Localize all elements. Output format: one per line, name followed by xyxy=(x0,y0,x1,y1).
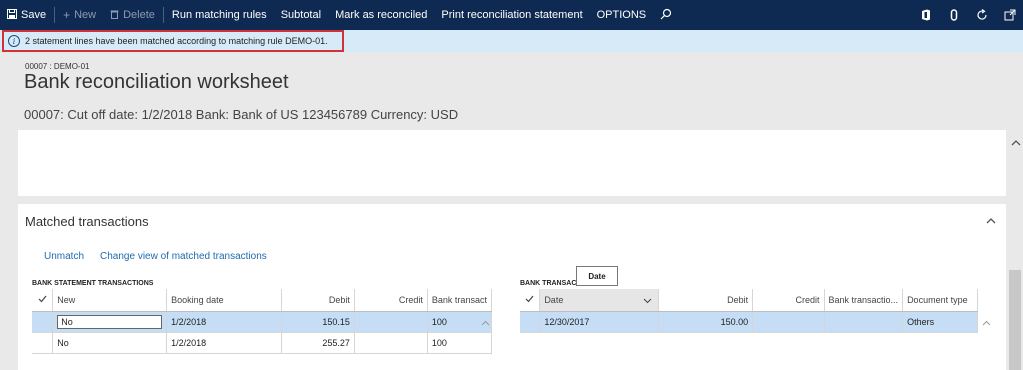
cell-booking-date[interactable]: 1/2/2018 xyxy=(166,311,282,333)
checkmark-icon xyxy=(38,295,47,303)
action-pane: Save + New Delete Run matching rules Sub… xyxy=(0,0,1023,30)
info-message: i 2 statement lines have been matched ac… xyxy=(2,30,344,52)
bank-transactions-title: BANK TRANSAC xyxy=(520,280,577,287)
cell-booking-date[interactable]: 1/2/2018 xyxy=(166,332,282,354)
action-pane-right-tools xyxy=(919,0,1017,30)
subtotal-button[interactable]: Subtotal xyxy=(274,0,328,30)
separator xyxy=(54,7,56,23)
unmatch-link[interactable]: Unmatch xyxy=(44,251,84,262)
column-header-debit[interactable]: Debit xyxy=(281,289,355,312)
grid-header-row: New Booking date Debit Credit Bank trans… xyxy=(32,289,493,312)
bank-statement-transactions-title: BANK STATEMENT TRANSACTIONS xyxy=(32,280,154,287)
new-label: New xyxy=(74,9,97,21)
column-tooltip: Date xyxy=(576,266,618,286)
chevron-up-icon[interactable] xyxy=(986,213,996,227)
column-header-booking-date[interactable]: Booking date xyxy=(166,289,282,312)
cell-credit[interactable] xyxy=(354,311,428,333)
cell-debit[interactable]: 150.15 xyxy=(281,311,355,333)
chevron-down-icon xyxy=(643,296,652,306)
run-matching-rules-button[interactable]: Run matching rules xyxy=(165,0,274,30)
column-header-bank-transaction[interactable]: Bank transact xyxy=(427,289,493,312)
column-header-date[interactable]: Date xyxy=(539,289,660,312)
search-icon xyxy=(660,8,672,23)
page-title: Bank reconciliation worksheet xyxy=(24,71,289,93)
delete-button[interactable]: Delete xyxy=(103,0,162,30)
column-header-credit[interactable]: Credit xyxy=(354,289,428,312)
print-reconciliation-statement-button[interactable]: Print reconciliation statement xyxy=(434,0,589,30)
cell-document-type[interactable]: Others xyxy=(902,311,978,333)
chevron-up-icon[interactable] xyxy=(481,318,490,328)
select-all-checkbox[interactable] xyxy=(32,289,54,312)
save-icon xyxy=(7,8,17,22)
column-header-new[interactable]: New xyxy=(52,289,168,312)
column-header-credit[interactable]: Credit xyxy=(752,289,825,312)
change-view-link[interactable]: Change view of matched transactions xyxy=(100,251,267,262)
mark-as-reconciled-button[interactable]: Mark as reconciled xyxy=(328,0,434,30)
cell-credit[interactable] xyxy=(354,332,428,354)
row-selector[interactable] xyxy=(32,311,54,333)
row-selector[interactable] xyxy=(520,311,541,333)
info-message-text: 2 statement lines have been matched acco… xyxy=(25,36,328,46)
cell-new[interactable]: No xyxy=(52,311,168,333)
table-row[interactable]: No 1/2/2018 255.27 100 xyxy=(32,332,493,354)
select-all-checkbox[interactable] xyxy=(520,289,541,312)
cell-debit[interactable]: 150.00 xyxy=(658,311,754,333)
row-selector[interactable] xyxy=(32,332,54,354)
separator xyxy=(162,7,164,23)
column-header-bank-transaction[interactable]: Bank transactio... xyxy=(824,289,904,312)
refresh-icon[interactable] xyxy=(975,8,989,22)
chevron-up-icon[interactable] xyxy=(982,318,991,328)
save-label: Save xyxy=(21,9,47,21)
worksheet-panel xyxy=(18,130,1006,196)
cell-credit[interactable] xyxy=(752,311,825,333)
search-button[interactable] xyxy=(653,0,679,30)
matched-transactions-title: Matched transactions xyxy=(25,214,149,229)
delete-label: Delete xyxy=(123,9,155,21)
cell-new-input[interactable]: No xyxy=(57,314,163,329)
record-caption: 00007 : DEMO-01 xyxy=(25,62,90,71)
save-button[interactable]: Save xyxy=(0,0,53,30)
office-icon[interactable] xyxy=(919,8,933,22)
bank-transactions-grid: Date Debit Credit Bank transactio... Doc… xyxy=(520,289,978,333)
bank-statement-grid: New Booking date Debit Credit Bank trans… xyxy=(32,289,493,354)
cell-debit[interactable]: 255.27 xyxy=(281,332,355,354)
table-row[interactable]: 12/30/2017 150.00 Others xyxy=(520,311,978,333)
options-button[interactable]: OPTIONS xyxy=(590,0,654,30)
message-bar: i 2 statement lines have been matched ac… xyxy=(0,30,1023,52)
cell-new[interactable]: No xyxy=(52,332,168,354)
cell-date[interactable]: 12/30/2017 xyxy=(539,311,660,333)
page-subtitle: 00007: Cut off date: 1/2/2018 Bank: Bank… xyxy=(24,107,459,122)
attachment-icon[interactable] xyxy=(947,8,961,22)
table-row[interactable]: No 1/2/2018 150.15 100 xyxy=(32,311,493,333)
grid-header-row: Date Debit Credit Bank transactio... Doc… xyxy=(520,289,978,312)
trash-icon xyxy=(110,8,119,22)
column-header-debit[interactable]: Debit xyxy=(658,289,754,312)
info-icon: i xyxy=(8,35,20,47)
matched-transactions-actions: Unmatch Change view of matched transacti… xyxy=(44,251,267,262)
column-header-document-type[interactable]: Document type xyxy=(902,289,978,312)
cell-bank-transaction[interactable] xyxy=(824,311,904,333)
column-header-date-label: Date xyxy=(544,294,564,305)
new-button[interactable]: + New xyxy=(56,0,103,30)
open-in-new-window-icon[interactable] xyxy=(1003,8,1017,22)
plus-icon: + xyxy=(63,8,71,22)
chevron-up-icon[interactable] xyxy=(1011,137,1021,149)
checkmark-icon xyxy=(525,295,534,303)
cell-bank-transaction[interactable]: 100 xyxy=(427,332,493,354)
page-scrollbar[interactable] xyxy=(1009,270,1021,370)
